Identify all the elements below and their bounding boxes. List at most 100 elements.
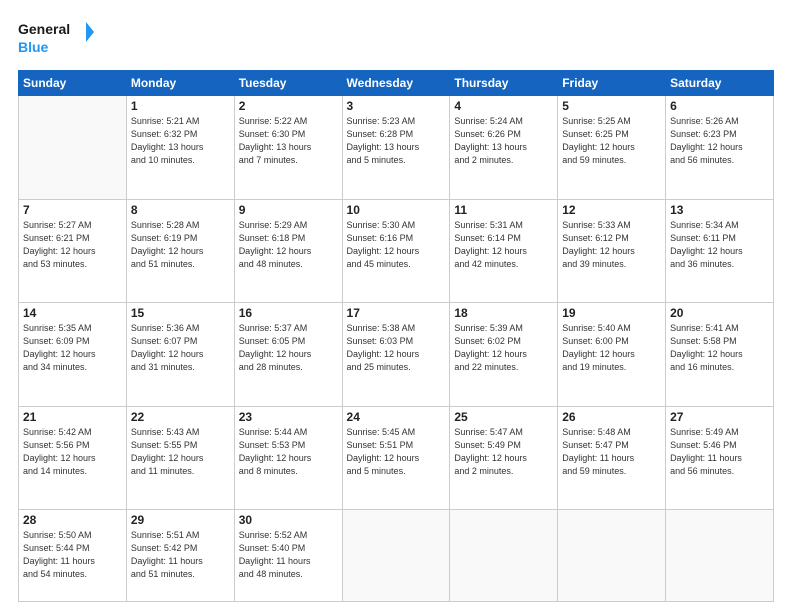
calendar-cell: 14 Sunrise: 5:35 AMSunset: 6:09 PMDayligh… — [19, 303, 127, 407]
day-number: 10 — [347, 203, 446, 217]
day-number: 12 — [562, 203, 661, 217]
calendar-cell: 17 Sunrise: 5:38 AMSunset: 6:03 PMDayligh… — [342, 303, 450, 407]
day-info: Sunrise: 5:26 AMSunset: 6:23 PMDaylight:… — [670, 115, 769, 167]
calendar-cell: 22 Sunrise: 5:43 AMSunset: 5:55 PMDayligh… — [126, 406, 234, 510]
day-info: Sunrise: 5:27 AMSunset: 6:21 PMDaylight:… — [23, 219, 122, 271]
calendar-cell: 26 Sunrise: 5:48 AMSunset: 5:47 PMDayligh… — [558, 406, 666, 510]
day-number: 21 — [23, 410, 122, 424]
day-header-friday: Friday — [558, 71, 666, 96]
calendar-cell: 29Sunrise: 5:51 AMSunset: 5:42 PMDayligh… — [126, 510, 234, 602]
day-info: Sunrise: 5:49 AMSunset: 5:46 PMDaylight:… — [670, 426, 769, 478]
day-header-thursday: Thursday — [450, 71, 558, 96]
day-info: Sunrise: 5:48 AMSunset: 5:47 PMDaylight:… — [562, 426, 661, 478]
day-number: 28 — [23, 513, 122, 527]
day-header-wednesday: Wednesday — [342, 71, 450, 96]
day-info: Sunrise: 5:21 AMSunset: 6:32 PMDaylight:… — [131, 115, 230, 167]
day-number: 27 — [670, 410, 769, 424]
calendar-cell: 16Sunrise: 5:37 AMSunset: 6:05 PMDayligh… — [234, 303, 342, 407]
day-header-saturday: Saturday — [666, 71, 774, 96]
calendar-cell: 4 Sunrise: 5:24 AMSunset: 6:26 PMDaylight… — [450, 96, 558, 200]
day-info: Sunrise: 5:34 AMSunset: 6:11 PMDaylight:… — [670, 219, 769, 271]
day-info: Sunrise: 5:33 AMSunset: 6:12 PMDaylight:… — [562, 219, 661, 271]
calendar-cell: 2 Sunrise: 5:22 AMSunset: 6:30 PMDaylight… — [234, 96, 342, 200]
day-info: Sunrise: 5:50 AMSunset: 5:44 PMDaylight:… — [23, 529, 122, 581]
calendar-cell: 13 Sunrise: 5:34 AMSunset: 6:11 PMDayligh… — [666, 199, 774, 303]
page: General Blue SundayMondayTuesdayWednesda… — [0, 0, 792, 612]
day-number: 20 — [670, 306, 769, 320]
svg-text:General: General — [18, 21, 70, 37]
day-info: Sunrise: 5:44 AMSunset: 5:53 PMDaylight:… — [239, 426, 338, 478]
day-info: Sunrise: 5:24 AMSunset: 6:26 PMDaylight:… — [454, 115, 553, 167]
calendar-cell — [450, 510, 558, 602]
day-number: 18 — [454, 306, 553, 320]
day-number: 24 — [347, 410, 446, 424]
calendar-cell: 10 Sunrise: 5:30 AMSunset: 6:16 PMDayligh… — [342, 199, 450, 303]
svg-text:Blue: Blue — [18, 39, 49, 55]
day-header-sunday: Sunday — [19, 71, 127, 96]
calendar-cell — [666, 510, 774, 602]
day-info: Sunrise: 5:25 AMSunset: 6:25 PMDaylight:… — [562, 115, 661, 167]
calendar-cell: 15 Sunrise: 5:36 AMSunset: 6:07 PMDayligh… — [126, 303, 234, 407]
calendar-week-row: 21 Sunrise: 5:42 AMSunset: 5:56 PMDayligh… — [19, 406, 774, 510]
day-info: Sunrise: 5:52 AMSunset: 5:40 PMDaylight:… — [239, 529, 338, 581]
day-number: 9 — [239, 203, 338, 217]
day-header-monday: Monday — [126, 71, 234, 96]
day-info: Sunrise: 5:42 AMSunset: 5:56 PMDaylight:… — [23, 426, 122, 478]
day-number: 11 — [454, 203, 553, 217]
calendar-week-row: 28 Sunrise: 5:50 AMSunset: 5:44 PMDayligh… — [19, 510, 774, 602]
calendar-cell: 1 Sunrise: 5:21 AMSunset: 6:32 PMDaylight… — [126, 96, 234, 200]
calendar-cell: 5 Sunrise: 5:25 AMSunset: 6:25 PMDaylight… — [558, 96, 666, 200]
calendar-cell: 12 Sunrise: 5:33 AMSunset: 6:12 PMDayligh… — [558, 199, 666, 303]
day-number: 22 — [131, 410, 230, 424]
day-number: 30 — [239, 513, 338, 527]
calendar-cell: 23 Sunrise: 5:44 AMSunset: 5:53 PMDayligh… — [234, 406, 342, 510]
calendar-cell: 25 Sunrise: 5:47 AMSunset: 5:49 PMDayligh… — [450, 406, 558, 510]
calendar-cell: 24 Sunrise: 5:45 AMSunset: 5:51 PMDayligh… — [342, 406, 450, 510]
day-number: 14 — [23, 306, 122, 320]
day-info: Sunrise: 5:31 AMSunset: 6:14 PMDaylight:… — [454, 219, 553, 271]
day-number: 1 — [131, 99, 230, 113]
day-number: 7 — [23, 203, 122, 217]
calendar-cell: 30 Sunrise: 5:52 AMSunset: 5:40 PMDayligh… — [234, 510, 342, 602]
calendar-cell: 6Sunrise: 5:26 AMSunset: 6:23 PMDaylight… — [666, 96, 774, 200]
day-number: 25 — [454, 410, 553, 424]
logo-svg: General Blue — [18, 18, 98, 60]
day-info: Sunrise: 5:43 AMSunset: 5:55 PMDaylight:… — [131, 426, 230, 478]
day-info: Sunrise: 5:36 AMSunset: 6:07 PMDaylight:… — [131, 322, 230, 374]
logo: General Blue — [18, 18, 98, 60]
day-number: 13 — [670, 203, 769, 217]
day-number: 8 — [131, 203, 230, 217]
day-info: Sunrise: 5:39 AMSunset: 6:02 PMDaylight:… — [454, 322, 553, 374]
day-info: Sunrise: 5:41 AMSunset: 5:58 PMDaylight:… — [670, 322, 769, 374]
day-info: Sunrise: 5:22 AMSunset: 6:30 PMDaylight:… — [239, 115, 338, 167]
day-info: Sunrise: 5:40 AMSunset: 6:00 PMDaylight:… — [562, 322, 661, 374]
calendar-cell: 20 Sunrise: 5:41 AMSunset: 5:58 PMDayligh… — [666, 303, 774, 407]
day-number: 3 — [347, 99, 446, 113]
calendar-cell — [558, 510, 666, 602]
day-info: Sunrise: 5:45 AMSunset: 5:51 PMDaylight:… — [347, 426, 446, 478]
calendar-table: SundayMondayTuesdayWednesdayThursdayFrid… — [18, 70, 774, 602]
calendar-cell: 3 Sunrise: 5:23 AMSunset: 6:28 PMDaylight… — [342, 96, 450, 200]
day-info: Sunrise: 5:23 AMSunset: 6:28 PMDaylight:… — [347, 115, 446, 167]
day-info: Sunrise: 5:35 AMSunset: 6:09 PMDaylight:… — [23, 322, 122, 374]
day-number: 5 — [562, 99, 661, 113]
calendar-cell: 19 Sunrise: 5:40 AMSunset: 6:00 PMDayligh… — [558, 303, 666, 407]
day-number: 19 — [562, 306, 661, 320]
day-number: 4 — [454, 99, 553, 113]
day-number: 23 — [239, 410, 338, 424]
calendar-cell: 27 Sunrise: 5:49 AMSunset: 5:46 PMDayligh… — [666, 406, 774, 510]
day-number: 15 — [131, 306, 230, 320]
calendar-week-row: 14 Sunrise: 5:35 AMSunset: 6:09 PMDayligh… — [19, 303, 774, 407]
calendar-week-row: 1 Sunrise: 5:21 AMSunset: 6:32 PMDaylight… — [19, 96, 774, 200]
calendar-cell: 8Sunrise: 5:28 AMSunset: 6:19 PMDaylight… — [126, 199, 234, 303]
day-info: Sunrise: 5:30 AMSunset: 6:16 PMDaylight:… — [347, 219, 446, 271]
day-number: 26 — [562, 410, 661, 424]
day-info: Sunrise: 5:38 AMSunset: 6:03 PMDaylight:… — [347, 322, 446, 374]
day-info: Sunrise: 5:29 AMSunset: 6:18 PMDaylight:… — [239, 219, 338, 271]
day-number: 17 — [347, 306, 446, 320]
calendar-week-row: 7 Sunrise: 5:27 AMSunset: 6:21 PMDaylight… — [19, 199, 774, 303]
header: General Blue — [18, 18, 774, 60]
day-info: Sunrise: 5:47 AMSunset: 5:49 PMDaylight:… — [454, 426, 553, 478]
day-number: 2 — [239, 99, 338, 113]
day-info: Sunrise: 5:37 AMSunset: 6:05 PMDaylight:… — [239, 322, 338, 374]
